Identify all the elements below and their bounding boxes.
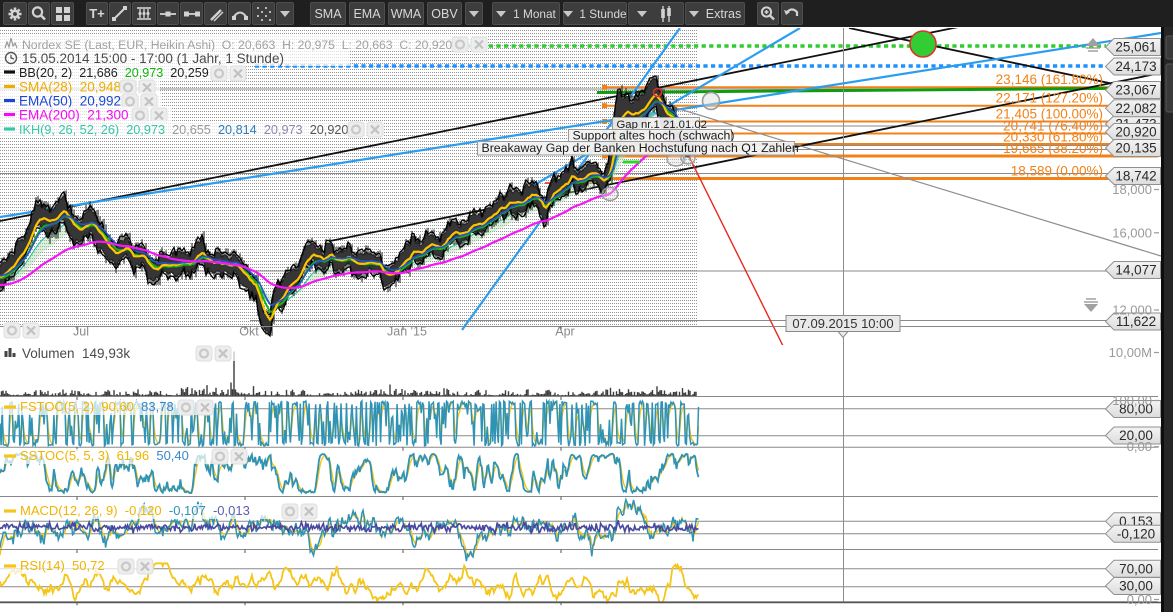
svg-text:-0,120: -0,120 [1117,526,1155,541]
svg-text:24,173: 24,173 [1115,59,1156,74]
svg-text:100,00: 100,00 [1112,393,1152,408]
svg-text:70,00: 70,00 [1119,561,1153,576]
svg-text:Apr: Apr [555,325,574,339]
svg-text:SMA(28) 20,948: SMA(28) 20,948 [19,80,121,95]
svg-text:23,146 (161.80%): 23,146 (161.80%) [996,72,1103,87]
svg-text:14,077: 14,077 [1115,263,1156,278]
svg-text:Okt: Okt [239,325,259,339]
svg-text:Nordex SE (Last, EUR, Heikin A: Nordex SE (Last, EUR, Heikin Ashi) O: 20… [22,38,452,52]
svg-text:15.05.2014 15:00 - 17:00 (1 Ja: 15.05.2014 15:00 - 17:00 (1 Jahr, 1 Stun… [22,51,284,66]
svg-text:16,000: 16,000 [1112,225,1152,240]
svg-text:22,082: 22,082 [1115,101,1156,116]
svg-text:Jul: Jul [73,325,89,339]
svg-text:20,920: 20,920 [1115,125,1156,140]
svg-text:10,00M: 10,00M [1109,345,1152,360]
svg-text:18,000: 18,000 [1112,182,1152,197]
svg-text:EMA(50) 20,992: EMA(50) 20,992 [19,94,121,109]
svg-text:07.09.2015 10:00: 07.09.2015 10:00 [792,316,893,331]
svg-text:RSI(14) 50,72: RSI(14) 50,72 [20,558,108,573]
svg-text:25,061: 25,061 [1115,40,1156,55]
svg-text:12,000: 12,000 [1112,303,1152,318]
svg-text:19,665 (38.20%): 19,665 (38.20%) [1003,141,1103,156]
svg-text:22,171 (127.20%): 22,171 (127.20%) [996,91,1103,106]
svg-text:SSTOC(5, 5, 3) 61,96 50,40: SSTOC(5, 5, 3) 61,96 50,40 [20,448,193,463]
svg-text:EMA(200) 21,300: EMA(200) 21,300 [19,108,129,123]
svg-text:IKH(9, 26, 52, 26) 20,973 20: IKH(9, 26, 52, 26) 20,973 20,655 20,814 … [19,123,349,137]
svg-text:FSTOC(5, 2) 90,60 83,78: FSTOC(5, 2) 90,60 83,78 [20,399,177,414]
svg-text:MACD(12, 26, 9) -0,120 -0,10: MACD(12, 26, 9) -0,120 -0,107 -0,013 [20,503,253,518]
svg-text:Jan '15: Jan '15 [387,325,427,339]
svg-text:18,589 (0.00%): 18,589 (0.00%) [1011,164,1103,179]
svg-text:Volumen 149,93k: Volumen 149,93k [22,346,130,361]
svg-text:0,00: 0,00 [1127,439,1152,454]
svg-text:Breakaway Gap der Banken Hochs: Breakaway Gap der Banken Hochstufung nac… [482,141,799,155]
svg-text:0,00: 0,00 [1127,592,1152,607]
svg-text:BB(20, 2) 21,686 20,973 20,: BB(20, 2) 21,686 20,973 20,259 [19,66,209,80]
svg-text:20,135: 20,135 [1115,141,1156,156]
svg-text:23,067: 23,067 [1115,83,1156,98]
